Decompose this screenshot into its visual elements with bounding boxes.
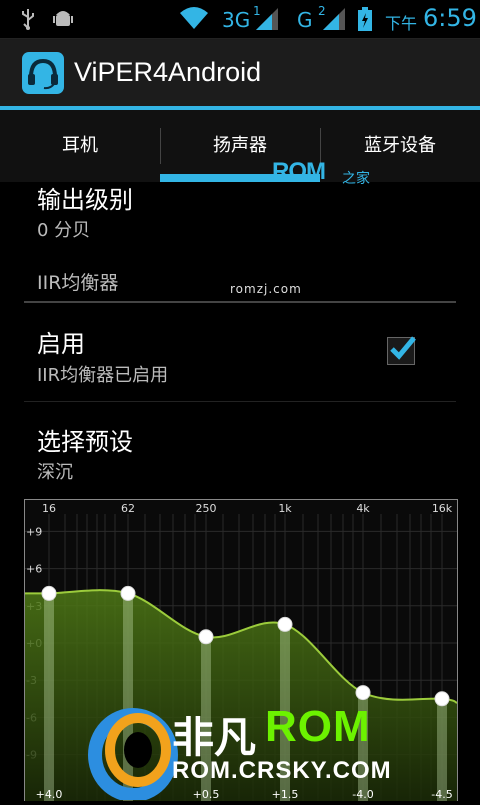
eq-db-label: +9 (26, 525, 42, 538)
output-level-title[interactable]: 输出级别 (37, 180, 133, 215)
watermark-rom: ROM (272, 158, 326, 185)
eq-gain-label: +0.5 (193, 788, 220, 801)
eq-gain-label: -4.5 (431, 788, 452, 801)
signal-icon-2 (323, 8, 345, 30)
watermark-rom-suffix: 之家 (342, 171, 370, 187)
eq-freq-label: 4k (356, 502, 370, 515)
eq-band-handle[interactable] (434, 691, 450, 707)
eq-freq-label: 250 (196, 502, 217, 515)
watermark-url: romzj.com (230, 282, 302, 296)
eq-band-handle[interactable] (355, 685, 371, 701)
eq-band-bar[interactable] (44, 593, 54, 801)
battery-charging-icon (358, 7, 372, 31)
time-prefix: 下午 (385, 14, 418, 33)
enable-checkbox[interactable] (387, 336, 416, 365)
logo-text-cn: 非凡 (172, 713, 257, 762)
section-divider (24, 301, 456, 303)
output-level-summary: 0 分贝 (37, 220, 91, 241)
eq-band-handle[interactable] (277, 616, 293, 632)
eq-band-handle[interactable] (198, 629, 214, 645)
eq-freq-label: 16 (42, 502, 56, 515)
section-header-iir: IIR均衡器 (37, 272, 119, 294)
eq-band-handle[interactable] (120, 585, 136, 601)
tab-bar: 耳机 扬声器 蓝牙设备 (0, 110, 480, 182)
eq-freq-label: 62 (121, 502, 135, 515)
eq-band-bar[interactable] (123, 593, 133, 801)
eq-freq-label: 16k (432, 502, 453, 515)
usb-icon (18, 8, 38, 30)
enable-summary: IIR均衡器已启用 (37, 365, 169, 386)
headset-icon[interactable] (22, 52, 64, 94)
network-type-1: 3G (222, 8, 251, 32)
app-title: ViPER4Android (74, 57, 262, 87)
row-divider (24, 401, 456, 402)
preset-title[interactable]: 选择预设 (37, 422, 133, 457)
eq-gain-label: -4.0 (352, 788, 373, 801)
eq-db-label: +6 (26, 563, 42, 576)
eq-band-bar[interactable] (437, 698, 447, 801)
preset-summary: 深沉 (37, 462, 73, 483)
signal-icon (256, 8, 278, 30)
eq-freq-label: 1k (278, 502, 292, 515)
eq-gain-label: +1.5 (272, 788, 299, 801)
network-type-2: G (297, 8, 313, 32)
wifi-icon (178, 5, 210, 29)
action-bar: ViPER4Android (0, 39, 480, 107)
enable-title[interactable]: 启用 (37, 324, 85, 359)
eq-gain-label: +4.0 (36, 788, 63, 801)
logo-text-url: ROM.CRSKY.COM (172, 757, 392, 784)
tab-headphones[interactable]: 耳机 (0, 110, 160, 182)
status-bar: 3G 1 G 2 下午 6:59 (0, 0, 480, 39)
logo-text-rom: ROM (265, 702, 371, 751)
android-debug-icon (52, 8, 74, 30)
clock: 6:59 (423, 4, 477, 32)
eq-band-handle[interactable] (41, 585, 57, 601)
